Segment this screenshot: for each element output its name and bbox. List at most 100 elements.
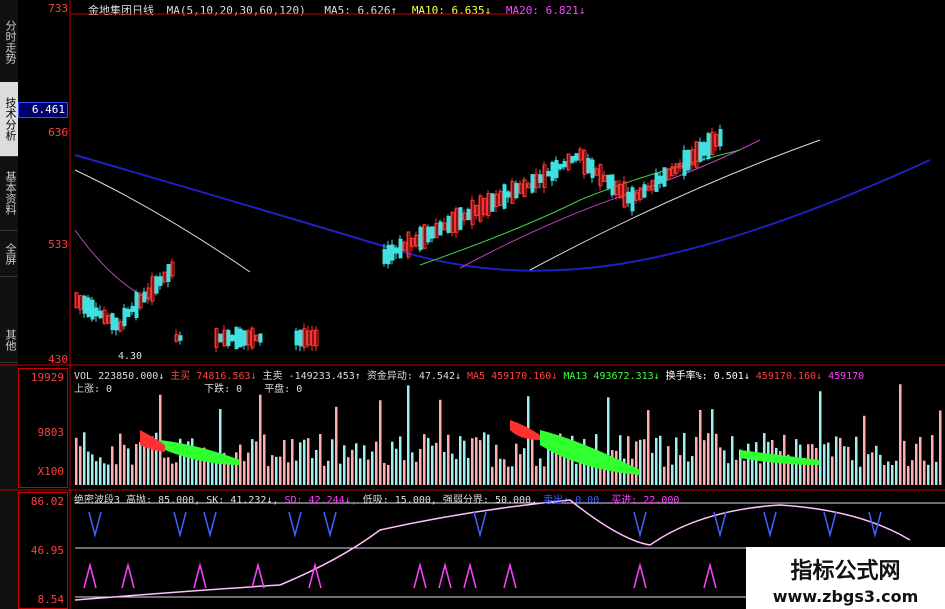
volume-bar	[423, 434, 426, 485]
volume-bar	[271, 455, 274, 485]
volume-bar	[131, 464, 134, 485]
volume-bar	[899, 384, 902, 485]
volume-bar	[499, 458, 502, 485]
volume-bar	[723, 450, 726, 485]
volume-bar	[483, 432, 486, 485]
volume-bar	[687, 461, 690, 485]
volume-bar	[447, 434, 450, 485]
volume-bars	[75, 384, 942, 485]
volume-bar	[247, 452, 250, 485]
volume-bar	[471, 438, 474, 485]
volume-bar	[891, 464, 894, 485]
volume-bar	[719, 447, 722, 485]
volume-bar	[219, 409, 222, 485]
vol-indicator-item: 资金异动: 47.542↓	[366, 371, 462, 382]
volume-bar	[495, 444, 498, 485]
candle-body	[446, 216, 451, 233]
candle-body	[142, 291, 147, 303]
flat-count: 平盘: 0	[264, 384, 303, 395]
volume-bar	[299, 442, 302, 485]
candle-body	[98, 310, 103, 319]
volume-bar	[679, 455, 682, 485]
candle-body	[682, 149, 687, 176]
candle-body	[238, 328, 243, 348]
candle-body	[390, 244, 395, 261]
candle-body	[586, 157, 591, 174]
sell-marker	[473, 511, 487, 538]
vol-scale-box: 19929 9803 X100	[18, 368, 68, 488]
sell-marker	[633, 511, 647, 538]
volume-bar	[459, 436, 462, 485]
buy-marker	[251, 562, 265, 589]
volume-bar	[843, 446, 846, 485]
candle-body	[590, 159, 595, 179]
candle-body	[218, 333, 223, 343]
volume-bar	[835, 436, 838, 485]
candle-body	[94, 307, 99, 317]
volume-bar	[883, 464, 886, 485]
ma30-line	[74, 139, 761, 301]
candle-body	[426, 226, 431, 243]
volume-bar	[399, 436, 402, 485]
vol-stats-row: 上涨: 0 下跌: 0 平盘: 0	[74, 380, 308, 395]
volume-bar	[135, 444, 138, 485]
volume-bar	[263, 434, 266, 485]
candle-body	[294, 330, 299, 346]
candle-body	[242, 330, 247, 346]
volume-bar	[511, 466, 514, 485]
volume-bar	[743, 460, 746, 485]
volume-bar	[643, 439, 646, 485]
rise-count: 上涨: 0	[74, 384, 113, 395]
volume-bar	[283, 439, 286, 485]
volume-bar	[323, 465, 326, 485]
volume-bar	[287, 462, 290, 485]
volume-bar	[691, 456, 694, 485]
watermark: 指标公式网 www.zbgs3.com	[746, 547, 945, 609]
volume-bar	[403, 460, 406, 485]
volume-bar	[327, 460, 330, 485]
sell-marker	[173, 511, 187, 538]
candle-body	[490, 193, 495, 212]
osc-indicator-row: 绝密波段3 高抛: 85.000, SK: 41.232↓, SD: 42.244↓,…	[74, 491, 685, 506]
volume-bar	[159, 394, 162, 485]
candle-body	[398, 238, 403, 259]
volume-bar	[279, 456, 282, 485]
volume-bar	[291, 439, 294, 485]
volume-bar	[87, 451, 90, 485]
volume-bar	[867, 454, 870, 485]
candle-body	[438, 221, 443, 236]
buy-marker	[193, 562, 207, 589]
volume-bar	[735, 459, 738, 485]
volume-bar	[895, 460, 898, 485]
volume-bar	[231, 464, 234, 485]
volume-bar	[699, 409, 702, 485]
buy-marker	[703, 562, 717, 589]
volume-bar	[171, 463, 174, 485]
volume-bar	[395, 448, 398, 485]
volume-bar	[387, 464, 390, 485]
buy-marker	[633, 562, 647, 589]
osc-scale-bottom: 8.54	[37, 593, 65, 606]
buy-marker	[438, 562, 452, 589]
volume-bar	[91, 454, 94, 485]
chart-canvas[interactable]	[0, 0, 945, 609]
volume-bar	[355, 443, 358, 485]
candle-body	[530, 174, 535, 193]
volume-bar	[607, 397, 610, 485]
volume-bar	[275, 456, 278, 485]
volume-bar	[523, 448, 526, 485]
candle-body	[686, 149, 691, 171]
candlesticks	[74, 124, 723, 353]
volume-bar	[747, 443, 750, 485]
volume-bar	[75, 437, 78, 485]
candle-body	[514, 182, 519, 199]
candle-body	[166, 264, 171, 282]
osc-indicator-item: 强弱分界: 50.000,	[442, 495, 538, 506]
candle-body	[546, 171, 551, 177]
watermark-title: 指标公式网	[790, 559, 901, 584]
volume-bar	[675, 437, 678, 485]
candle-body	[702, 142, 707, 156]
volume-bar	[711, 409, 714, 485]
volume-bar	[827, 442, 830, 485]
candle-body	[626, 191, 631, 204]
